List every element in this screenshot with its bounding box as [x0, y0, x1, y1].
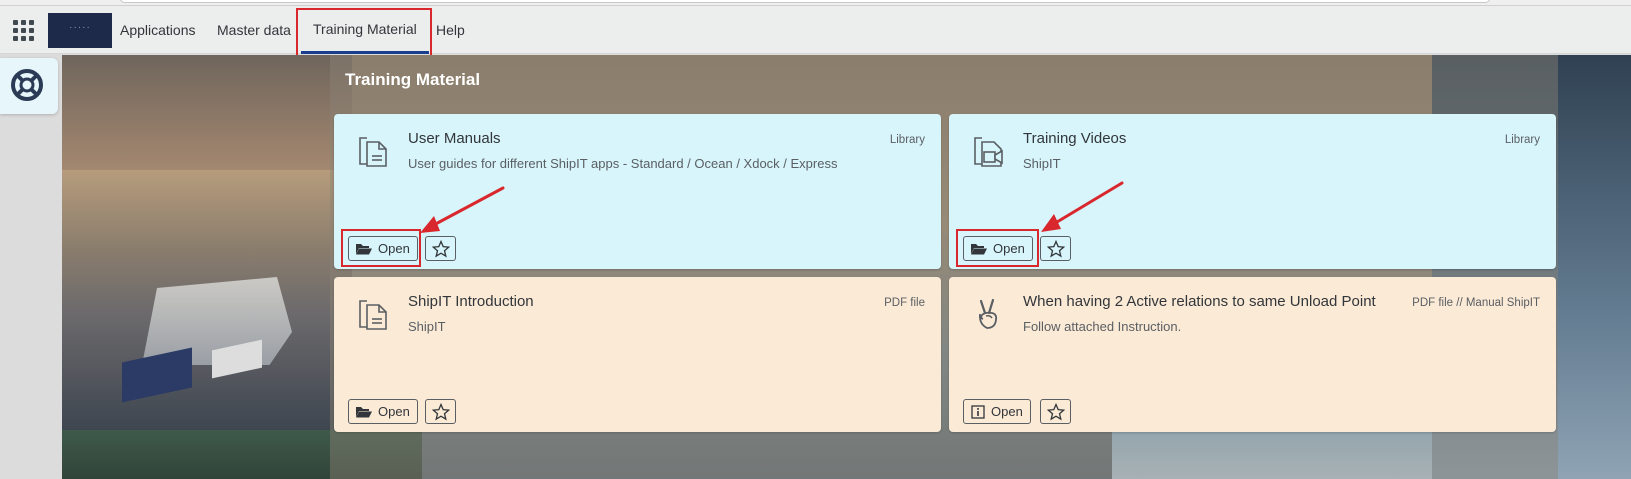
- lifebuoy-icon: [11, 69, 43, 101]
- company-logo[interactable]: ·····: [48, 13, 112, 48]
- open-button-label: Open: [378, 241, 410, 256]
- star-icon: [1046, 402, 1065, 420]
- section-title: Training Material: [345, 70, 481, 89]
- tab-applications[interactable]: Applications: [108, 6, 208, 54]
- star-icon: [1046, 239, 1065, 257]
- document-icon: [359, 300, 387, 330]
- open-button[interactable]: Open: [348, 236, 418, 261]
- url-bar[interactable]: [120, 0, 1490, 3]
- open-button-label: Open: [993, 241, 1025, 256]
- favorite-button[interactable]: [1040, 399, 1071, 424]
- open-button[interactable]: Open: [963, 399, 1031, 424]
- card-description: ShipIT: [1023, 156, 1061, 171]
- card-description: Follow attached Instruction.: [1023, 319, 1182, 334]
- card-type: PDF file: [884, 297, 925, 309]
- card-title: ShipIT Introduction: [408, 293, 534, 310]
- shell-header: ····· Applications Master data Training …: [0, 6, 1631, 54]
- card-description: User guides for different ShipIT apps - …: [408, 156, 838, 171]
- card-type: Library: [1504, 134, 1540, 146]
- app-launcher-grid-icon[interactable]: [12, 19, 36, 43]
- document-icon: [359, 137, 387, 167]
- folder-open-icon: [356, 244, 372, 255]
- card-shipit-introduction[interactable]: ShipIT Introduction ShipIT PDF file Open: [334, 277, 941, 432]
- tab-master-data[interactable]: Master data: [205, 6, 303, 54]
- card-active-relations[interactable]: When having 2 Active relations to same U…: [949, 277, 1556, 432]
- tab-training-material[interactable]: Training Material: [301, 6, 429, 54]
- star-icon: [431, 402, 450, 420]
- card-description: ShipIT: [408, 319, 446, 334]
- card-training-videos[interactable]: Training Videos ShipIT Library Open: [949, 114, 1556, 269]
- peace-hand-icon: [978, 298, 998, 329]
- help-lifebuoy-button[interactable]: [0, 58, 58, 114]
- card-title: Training Videos: [1023, 130, 1127, 147]
- favorite-button[interactable]: [425, 236, 456, 261]
- open-button[interactable]: Open: [348, 399, 418, 424]
- card-title: When having 2 Active relations to same U…: [1023, 293, 1376, 310]
- card-user-manuals[interactable]: User Manuals User guides for different S…: [334, 114, 941, 269]
- open-button-label: Open: [378, 404, 410, 419]
- card-type: PDF file // Manual ShipIT: [1412, 297, 1540, 309]
- favorite-button[interactable]: [1040, 236, 1071, 261]
- video-icon: [974, 137, 1003, 167]
- star-icon: [431, 239, 450, 257]
- card-title: User Manuals: [408, 130, 501, 147]
- favorite-button[interactable]: [425, 399, 456, 424]
- info-icon: [971, 404, 985, 419]
- open-button-label: Open: [991, 404, 1023, 419]
- open-button[interactable]: Open: [963, 236, 1033, 261]
- folder-open-icon: [356, 407, 372, 418]
- folder-open-icon: [971, 244, 987, 255]
- card-type: Library: [889, 134, 925, 146]
- tab-help[interactable]: Help: [424, 6, 477, 54]
